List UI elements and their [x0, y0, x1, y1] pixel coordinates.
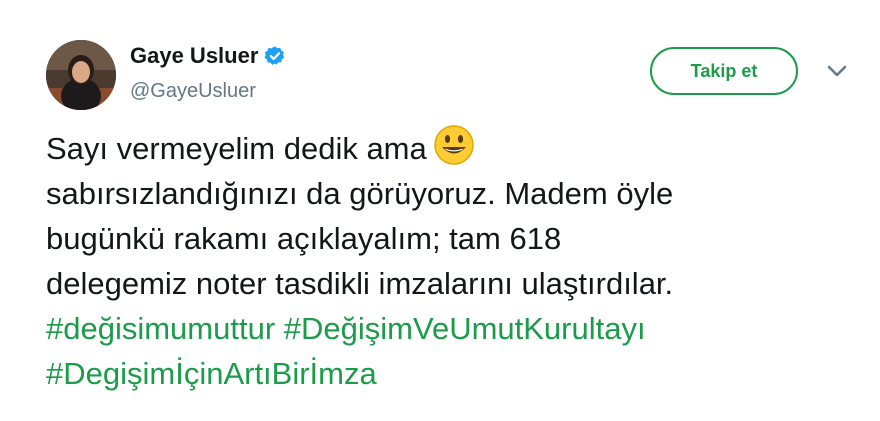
avatar[interactable] — [46, 40, 116, 110]
tweet-line-text: Sayı vermeyelim dedik ama — [46, 131, 427, 166]
hashtag-link[interactable]: #DeğişimVeUmutKurultayı — [284, 311, 646, 346]
avatar-photo — [46, 40, 116, 110]
chevron-down-icon[interactable] — [826, 64, 848, 78]
verified-icon — [264, 45, 286, 67]
hashtag-line: #değisimumuttur #DeğişimVeUmutKurultayı — [46, 306, 856, 351]
user-name[interactable]: Gaye Usluer — [130, 43, 258, 69]
hashtag-link[interactable]: #DegişimİçinArtıBirİmza — [46, 356, 377, 391]
follow-button[interactable]: Takip et — [650, 47, 798, 95]
tweet-text: Sayı vermeyelim dedik ama sabırsızlandığ… — [46, 124, 856, 396]
tweet-line: bugünkü rakamı açıklayalım; tam 618 — [46, 221, 562, 256]
tweet-line: sabırsızlandığınızı da görüyoruz. Madem … — [46, 176, 674, 211]
tweet-line: Sayı vermeyelim dedik ama — [46, 124, 856, 171]
smiling-face-emoji-icon — [433, 124, 475, 166]
hashtag-link[interactable]: #değisimumuttur — [46, 311, 275, 346]
hashtag-line: #DegişimİçinArtıBirİmza — [46, 351, 856, 396]
user-handle[interactable]: @GayeUsluer — [130, 80, 256, 103]
tweet-line: delegemiz noter tasdikli imzalarını ulaş… — [46, 266, 674, 301]
name-row: Gaye Usluer — [130, 43, 286, 69]
